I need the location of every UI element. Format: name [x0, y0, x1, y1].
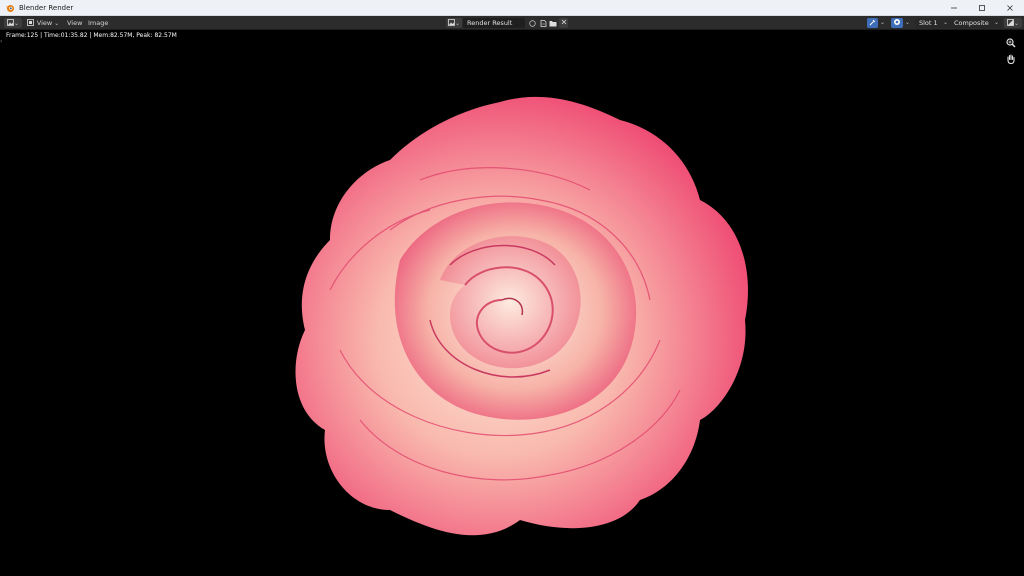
- chevron-down-icon: ⌄: [942, 19, 948, 26]
- hand-pan-icon[interactable]: [1005, 53, 1017, 65]
- maximize-icon[interactable]: [968, 0, 996, 16]
- chevron-down-icon: ⌄: [993, 19, 999, 26]
- menu-view[interactable]: View: [67, 18, 82, 28]
- image-browse-icon: [448, 18, 455, 28]
- display-channels-button[interactable]: ⌄: [1004, 18, 1022, 28]
- chevron-down-icon: ⌄: [1013, 19, 1020, 27]
- zoom-icon[interactable]: [1005, 37, 1017, 49]
- layer-label: Composite: [954, 19, 989, 27]
- new-image-icon[interactable]: [538, 18, 548, 28]
- slot-label: Slot 1: [919, 19, 938, 27]
- view-mode-label: View: [36, 19, 53, 27]
- menu-image[interactable]: Image: [88, 18, 108, 28]
- render-stats: Frame:125 | Time:01:35.82 | Mem:82.57M, …: [6, 32, 177, 39]
- sample-tool-button[interactable]: [867, 18, 878, 28]
- editor-type-button[interactable]: ⌄: [4, 18, 22, 28]
- gizmo-toggle-button[interactable]: [891, 18, 903, 28]
- unlink-image-button[interactable]: [559, 18, 568, 28]
- render-viewport[interactable]: › Frame:125 | Time:01:35.82 | Mem:82.57M…: [0, 30, 1024, 576]
- window-title-bar: Blender Render: [0, 0, 1024, 16]
- chevron-down-icon: ⌄: [54, 19, 60, 27]
- render-result-image: [295, 96, 748, 536]
- chevron-down-icon[interactable]: ⌄: [905, 18, 910, 28]
- open-image-folder-icon[interactable]: [548, 18, 558, 28]
- fake-user-icon[interactable]: [527, 18, 537, 28]
- chevron-down-icon: ⌄: [13, 19, 20, 27]
- blender-logo-icon: [2, 0, 18, 16]
- chevron-down-icon: ⌄: [454, 19, 461, 27]
- minimize-icon[interactable]: [940, 0, 968, 16]
- slot-dropdown[interactable]: Slot 1 ⌄: [915, 18, 951, 28]
- chevron-down-icon[interactable]: ⌄: [880, 18, 885, 28]
- toolbar-expand-icon[interactable]: ›: [0, 38, 2, 45]
- view-mode-icon: [26, 18, 34, 28]
- image-browse-button[interactable]: ⌄: [446, 18, 462, 28]
- channels-icon: [1007, 18, 1014, 28]
- eyedropper-icon: [869, 19, 876, 28]
- image-name-field[interactable]: Render Result: [463, 18, 525, 28]
- image-editor-icon: [7, 18, 14, 28]
- view-mode-dropdown[interactable]: View ⌄: [26, 18, 60, 28]
- window-title: Blender Render: [19, 3, 74, 12]
- close-icon: [561, 19, 567, 27]
- close-icon[interactable]: [996, 0, 1024, 16]
- layer-dropdown[interactable]: Composite ⌄: [950, 18, 1002, 28]
- image-editor-header: ⌄ View ⌄ View Image ⌄ Render Result ⌄ ⌄ …: [0, 16, 1024, 30]
- gizmo-icon: [893, 18, 901, 28]
